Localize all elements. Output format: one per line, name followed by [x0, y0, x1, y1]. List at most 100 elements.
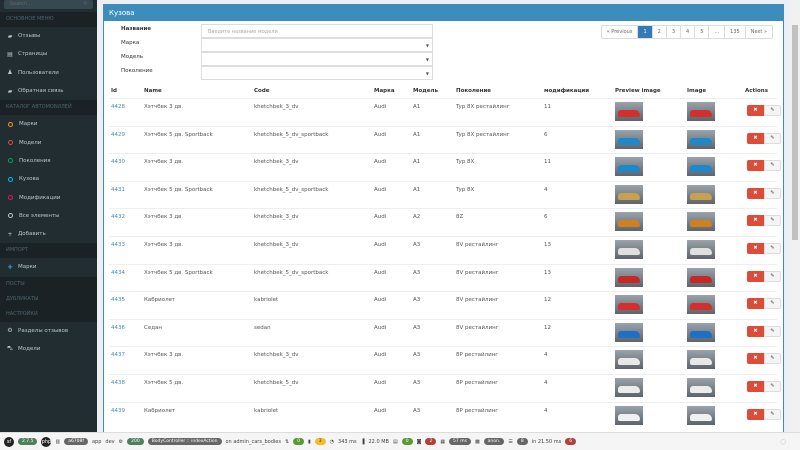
- cell-id[interactable]: 4432: [111, 214, 125, 220]
- column-header[interactable]: Actions: [745, 88, 768, 94]
- sidebar-item-review-sections[interactable]: ⚙ Разделы отзывов: [0, 322, 97, 340]
- column-header[interactable]: Id: [111, 88, 117, 94]
- edit-button[interactable]: ✎: [764, 353, 781, 365]
- memory-value[interactable]: 22.0 MB: [369, 439, 389, 445]
- sidebar-item-add[interactable]: + Добавить: [0, 225, 97, 243]
- symfony-logo[interactable]: sf: [4, 436, 14, 447]
- delete-button[interactable]: ✖: [747, 132, 764, 144]
- controller-badge[interactable]: BodyController :: indexAction: [147, 438, 222, 445]
- preview-image[interactable]: [615, 184, 643, 204]
- pagination-prev[interactable]: « Previous: [602, 26, 639, 38]
- cell-id[interactable]: 4433: [111, 242, 125, 248]
- pagination-page[interactable]: 135: [725, 26, 746, 38]
- sidebar-item-main-1[interactable]: ▤ Страницы: [0, 45, 97, 63]
- token-badge[interactable]: a6708f: [64, 438, 88, 445]
- column-header[interactable]: Code: [254, 88, 269, 94]
- edit-button[interactable]: ✎: [764, 270, 781, 282]
- ajax-icon[interactable]: ⇅: [285, 439, 289, 445]
- sidebar-item-catalog-3[interactable]: Кузова: [0, 170, 97, 188]
- logs-badge[interactable]: 3: [314, 438, 326, 445]
- edit-button[interactable]: ✎: [764, 215, 781, 227]
- image[interactable]: [687, 267, 715, 287]
- pagination-next[interactable]: Next »: [746, 26, 772, 38]
- sidebar-item-catalog-5[interactable]: Все элементы: [0, 207, 97, 225]
- image[interactable]: [687, 240, 715, 259]
- cell-id[interactable]: 4429: [111, 132, 125, 138]
- cell-id[interactable]: 4439: [111, 408, 125, 414]
- preview-image[interactable]: [615, 212, 643, 232]
- section-posts[interactable]: ПОСТЫ: [0, 276, 97, 292]
- delete-button[interactable]: ✖: [747, 353, 764, 365]
- preview-image[interactable]: [615, 322, 643, 342]
- image[interactable]: [687, 157, 715, 177]
- image[interactable]: [687, 102, 715, 121]
- pagination-page[interactable]: 2: [653, 26, 667, 38]
- symfony-version[interactable]: 2.7.5: [18, 438, 38, 445]
- edit-button[interactable]: ✎: [764, 160, 781, 172]
- preview-image[interactable]: [615, 102, 643, 121]
- preview-image[interactable]: [615, 267, 643, 287]
- delete-button[interactable]: ✖: [747, 215, 764, 227]
- sidebar-item-catalog-4[interactable]: Модификации: [0, 188, 97, 206]
- pagination-page[interactable]: 1: [638, 26, 653, 38]
- cell-id[interactable]: 4437: [111, 352, 125, 358]
- sidebar-item-catalog-2[interactable]: Поколения: [0, 152, 97, 170]
- image[interactable]: [687, 378, 715, 397]
- delete-button[interactable]: ✖: [747, 243, 764, 254]
- image[interactable]: [687, 322, 715, 342]
- edit-button[interactable]: ✎: [764, 298, 781, 310]
- cell-id[interactable]: 4428: [111, 104, 125, 110]
- model-select[interactable]: ▼: [201, 52, 433, 66]
- cell-id[interactable]: 4430: [111, 159, 125, 165]
- scrollbar-thumb[interactable]: [792, 25, 798, 240]
- sidebar-item-catalog-1[interactable]: Модели: [0, 133, 97, 151]
- pagination-page[interactable]: 4: [681, 26, 696, 38]
- cell-id[interactable]: 4438: [111, 380, 125, 386]
- brand-select[interactable]: ▼: [201, 38, 433, 52]
- image[interactable]: [687, 295, 715, 315]
- pagination-page[interactable]: ...: [709, 26, 726, 38]
- status-badge[interactable]: 200: [127, 438, 144, 445]
- edit-button[interactable]: ✎: [764, 381, 781, 392]
- column-header[interactable]: Name: [144, 88, 162, 94]
- sidebar-item-import-brands[interactable]: ✚ Марки: [0, 258, 97, 276]
- edit-button[interactable]: ✎: [764, 105, 781, 116]
- delete-button[interactable]: ✖: [747, 187, 764, 199]
- sidebar-item-main-3[interactable]: ▰ Обратная связь: [0, 82, 97, 100]
- user-badge[interactable]: anon.: [483, 438, 505, 445]
- delete-button[interactable]: ✖: [747, 270, 764, 282]
- column-header[interactable]: Поколение: [456, 88, 491, 94]
- column-header[interactable]: Модель: [413, 88, 438, 94]
- time-value[interactable]: 343 ms: [338, 439, 357, 445]
- image[interactable]: [687, 129, 715, 149]
- section-duplicates[interactable]: ДУБЛИКАТЫ: [0, 291, 97, 307]
- edit-button[interactable]: ✎: [764, 408, 781, 420]
- sidebar-item-main-0[interactable]: ▰ Отзывы: [0, 27, 97, 45]
- cell-id[interactable]: 4436: [111, 325, 125, 331]
- edit-button[interactable]: ✎: [764, 132, 781, 144]
- delete-button[interactable]: ✖: [747, 408, 764, 420]
- preview-image[interactable]: [615, 240, 643, 259]
- delete-button[interactable]: ✖: [747, 298, 764, 310]
- edit-button[interactable]: ✎: [764, 187, 781, 199]
- sidebar-item-main-2[interactable]: ♟ Пользователи: [0, 64, 97, 82]
- twig-badge[interactable]: 57 ms: [449, 438, 471, 445]
- preview-image[interactable]: [615, 378, 643, 397]
- db-queries-badge[interactable]: 8: [516, 438, 528, 445]
- sidebar-item-catalog-0[interactable]: Марки: [0, 115, 97, 133]
- forms-badge[interactable]: 0: [401, 438, 413, 445]
- preview-image[interactable]: [615, 295, 643, 315]
- cache-badge[interactable]: 2: [425, 438, 437, 445]
- config-icon[interactable]: ▥: [55, 439, 60, 445]
- delete-button[interactable]: ✖: [747, 381, 764, 392]
- preview-image[interactable]: [615, 405, 643, 425]
- image[interactable]: [687, 350, 715, 370]
- generation-select[interactable]: ▼: [201, 66, 433, 80]
- delete-button[interactable]: ✖: [747, 105, 764, 116]
- delete-button[interactable]: ✖: [747, 325, 764, 337]
- cell-id[interactable]: 4434: [111, 270, 125, 276]
- image[interactable]: [687, 184, 715, 204]
- preview-image[interactable]: [615, 157, 643, 177]
- php-logo[interactable]: php: [41, 436, 52, 447]
- gears-icon[interactable]: ⚙: [119, 439, 123, 445]
